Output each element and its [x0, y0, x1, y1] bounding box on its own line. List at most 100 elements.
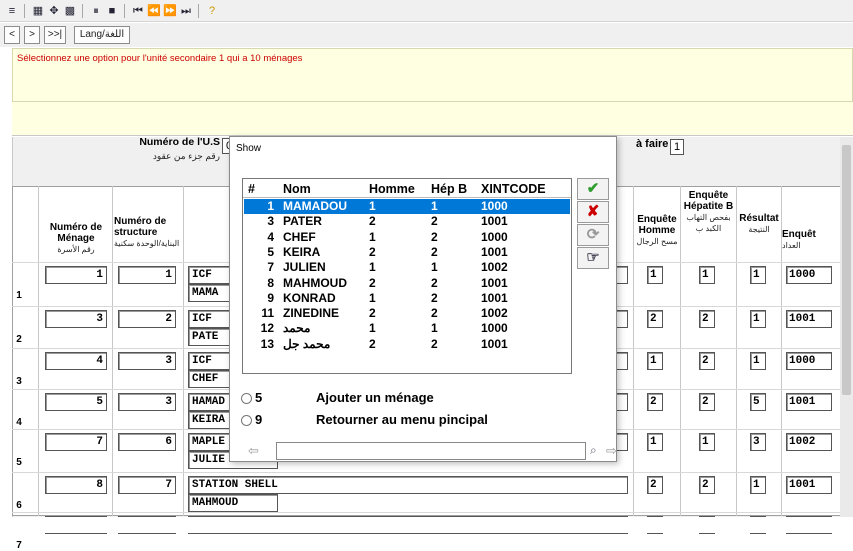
menage-field[interactable]: 3 [45, 310, 107, 328]
list-header-num[interactable]: # [248, 182, 255, 196]
structure-field[interactable]: 3 [118, 393, 176, 411]
item-code: 1001 [481, 290, 508, 305]
item-num: 1 [267, 199, 274, 213]
enqueteur-field[interactable]: 1000 [786, 352, 832, 370]
enqueteur-field[interactable]: 1001 [786, 310, 832, 328]
hepatite-field[interactable]: 2 [699, 393, 715, 411]
household-list[interactable]: # Nom Homme Hép B XINTCODE 1 MAMADOU 1 1 100… [242, 178, 572, 374]
list-item[interactable]: 9 KONRAD 1 2 1001 [244, 291, 570, 306]
enqueteur-field[interactable]: 1001 [786, 393, 832, 411]
structure-field[interactable]: 2 [118, 310, 176, 328]
menage-field[interactable]: 8 [45, 476, 107, 494]
point-button[interactable]: ☞ [577, 247, 609, 269]
item-nom: ZINEDINE [283, 306, 340, 321]
hepatite-field[interactable]: 2 [699, 310, 715, 328]
open-icon[interactable]: ≡ [4, 3, 20, 19]
name-field-2[interactable]: MAHMOUD [188, 494, 278, 512]
radio-icon[interactable] [241, 393, 252, 405]
structure-icon[interactable]: ▦ [30, 3, 46, 19]
last-icon[interactable]: ⏭ [178, 3, 194, 19]
list-item[interactable]: 13 محمد جل 2 2 1001 [244, 337, 570, 352]
homme-field[interactable]: 1 [647, 266, 663, 284]
next-icon[interactable]: ⏩ [162, 3, 178, 19]
structure-field[interactable]: 3 [118, 352, 176, 370]
list-header-hepb[interactable]: Hép B [431, 182, 467, 196]
horizontal-scrollbar[interactable] [0, 517, 853, 533]
search-icon[interactable]: ⌕ [590, 443, 597, 458]
resultat-field[interactable]: 1 [750, 266, 766, 284]
list-header-nom[interactable]: Nom [283, 182, 311, 196]
language-button[interactable]: Lang/اللغة [74, 26, 130, 44]
back-button[interactable]: < [4, 26, 20, 44]
homme-field[interactable]: 1 [647, 352, 663, 370]
item-nom: KEIRA [283, 244, 321, 259]
structure-field[interactable]: 1 [118, 266, 176, 284]
pause-icon[interactable]: ⏸ [88, 3, 104, 19]
stop-icon[interactable]: ■ [104, 3, 120, 19]
column-header-menage: Numéro de Ménage رقم الأسرة [49, 222, 103, 254]
option-add-menage[interactable]: 5 Ajouter un ménage [241, 390, 434, 405]
item-hepb: 2 [431, 229, 438, 244]
list-item[interactable]: 8 MAHMOUD 2 2 1001 [244, 276, 570, 291]
cancel-button[interactable]: ✘ [577, 201, 609, 223]
hepatite-field[interactable]: 1 [699, 433, 715, 451]
hepatite-field[interactable]: 2 [699, 352, 715, 370]
list-item[interactable]: 7 JULIEN 1 1 1002 [244, 260, 570, 275]
item-code: 1000 [481, 321, 508, 336]
enqueteur-field[interactable]: 1001 [786, 476, 832, 494]
first-icon[interactable]: ⏮ [130, 3, 146, 19]
homme-field[interactable]: 2 [647, 393, 663, 411]
resultat-field[interactable]: 5 [750, 393, 766, 411]
homme-field[interactable]: 2 [647, 476, 663, 494]
enqueteur-field[interactable]: 1002 [786, 433, 832, 451]
ok-button[interactable]: ✔ [577, 178, 609, 200]
homme-field[interactable]: 1 [647, 433, 663, 451]
item-nom: KONRAD [283, 290, 336, 305]
menage-field[interactable]: 7 [45, 433, 107, 451]
list-item[interactable]: 11 ZINEDINE 2 2 1002 [244, 306, 570, 321]
list-header-homme[interactable]: Homme [369, 182, 415, 196]
help-icon[interactable]: ? [204, 3, 220, 19]
prev-icon[interactable]: ⏪ [146, 3, 162, 19]
go-end-button[interactable]: >>| [44, 26, 66, 44]
list-header-xintcode[interactable]: XINTCODE [481, 182, 546, 196]
menage-field[interactable]: 4 [45, 352, 107, 370]
us-number-label: Numéro de l'U.S [139, 136, 220, 148]
column-header-enqueteur: Enquêt العداد [782, 229, 816, 250]
list-item[interactable]: 3 PATER 2 2 1001 [244, 214, 570, 229]
arrow-left-icon[interactable]: ⇦ [248, 443, 259, 459]
tree-check-icon[interactable]: ▩ [62, 3, 78, 19]
resultat-field[interactable]: 1 [750, 476, 766, 494]
homme-field[interactable]: 2 [647, 310, 663, 328]
hepatite-field[interactable]: 1 [699, 266, 715, 284]
menage-field[interactable]: 1 [45, 266, 107, 284]
option-return-menu[interactable]: 9 Retourner au menu pincipal [241, 412, 488, 427]
arrow-right-icon[interactable]: ⇨ [606, 443, 617, 459]
item-homme: 1 [369, 199, 376, 213]
structure-field[interactable]: 6 [118, 433, 176, 451]
column-header-structure: Numéro de structure البناية/الوحدة سكنية [114, 216, 180, 248]
column-header-hepatite: Enquête Hépatite B بفحص التهاب الكبد ب [683, 190, 734, 233]
item-homme: 1 [369, 321, 376, 336]
item-hepb: 2 [431, 244, 438, 259]
name-field-1[interactable]: STATION SHELL [188, 476, 628, 494]
enqueteur-field[interactable]: 1000 [786, 266, 832, 284]
pointing-hand-icon: ☞ [586, 249, 600, 266]
tree-icon[interactable]: ✥ [46, 3, 62, 19]
forward-button[interactable]: > [24, 26, 40, 44]
list-item[interactable]: 5 KEIRA 2 2 1001 [244, 245, 570, 260]
list-item[interactable]: 4 CHEF 1 2 1000 [244, 230, 570, 245]
list-item[interactable]: 1 MAMADOU 1 1 1000 [244, 199, 570, 214]
list-item[interactable]: 12 محمد 1 1 1000 [244, 321, 570, 336]
structure-field[interactable]: 7 [118, 476, 176, 494]
menage-field[interactable]: 5 [45, 393, 107, 411]
search-input[interactable] [276, 442, 586, 460]
resultat-field[interactable]: 1 [750, 352, 766, 370]
resultat-field[interactable]: 1 [750, 310, 766, 328]
radio-icon[interactable] [241, 415, 252, 427]
resultat-field[interactable]: 3 [750, 433, 766, 451]
hepatite-field[interactable]: 2 [699, 476, 715, 494]
item-num: 7 [267, 260, 274, 275]
vertical-scrollbar-thumb[interactable] [842, 145, 851, 395]
refresh-button[interactable]: ⟳ [577, 224, 609, 246]
